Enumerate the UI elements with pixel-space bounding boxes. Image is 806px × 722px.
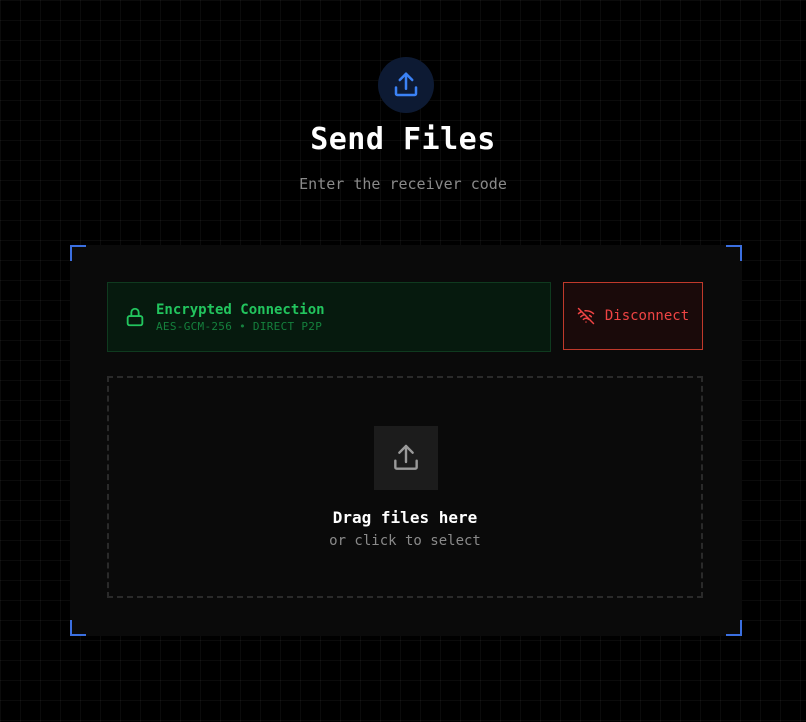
connection-subtitle: AES-GCM-256 • DIRECT P2P (156, 320, 323, 333)
disconnect-label: Disconnect (604, 308, 690, 324)
dropzone-title: Drag files here (332, 508, 478, 527)
connection-status-box: Encrypted Connection AES-GCM-256 • DIREC… (107, 282, 551, 352)
send-panel: Encrypted Connection AES-GCM-256 • DIREC… (70, 245, 742, 636)
wifi-off-icon (577, 307, 595, 325)
corner-bracket-top-left (70, 245, 86, 261)
header-upload-icon-badge (378, 57, 434, 113)
connection-title: Encrypted Connection (156, 302, 325, 318)
page-title: Send Files (310, 122, 496, 157)
corner-bracket-top-right (726, 245, 742, 261)
disconnect-button[interactable]: Disconnect (563, 282, 703, 350)
corner-bracket-bottom-right (726, 620, 742, 636)
page-subtitle: Enter the receiver code (299, 175, 507, 193)
dropzone-icon-box (374, 426, 438, 490)
upload-icon (394, 72, 418, 97)
file-dropzone[interactable]: Drag files here or click to select (107, 376, 703, 598)
dropzone-subtitle: or click to select (329, 533, 481, 549)
corner-bracket-bottom-left (70, 620, 86, 636)
lock-icon (126, 307, 144, 327)
upload-icon (394, 444, 418, 470)
